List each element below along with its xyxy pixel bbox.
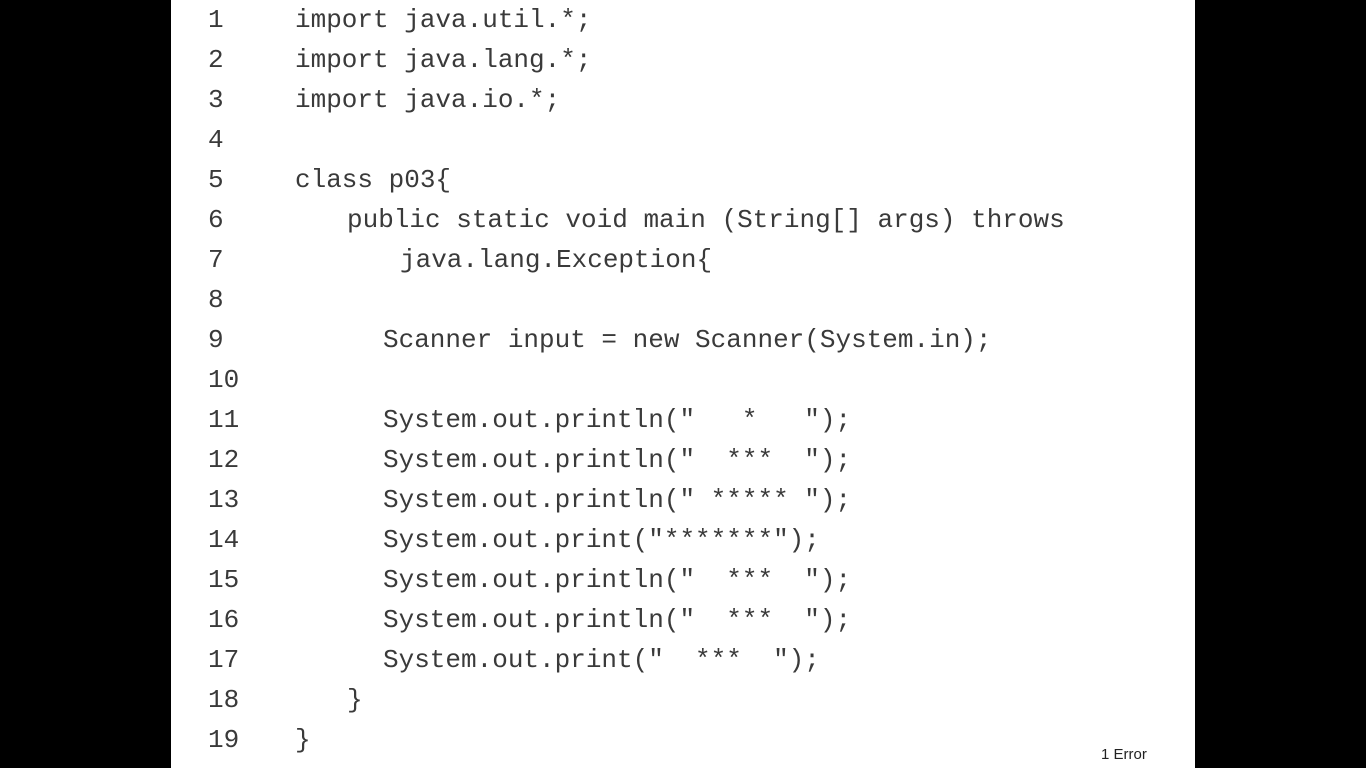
code-line: 18 } xyxy=(171,680,1195,720)
line-number: 18 xyxy=(208,685,240,715)
line-number: 14 xyxy=(208,525,240,555)
code-line: 7 java.lang.Exception{ xyxy=(171,240,1195,280)
code-text: java.lang.Exception{ xyxy=(400,245,713,275)
code-slide: 1 import java.util.*; 2 import java.lang… xyxy=(171,0,1195,768)
code-line: 11 System.out.println(" * "); xyxy=(171,400,1195,440)
code-text: System.out.println(" *** "); xyxy=(383,565,852,595)
line-number: 10 xyxy=(208,365,240,395)
code-line: 4 xyxy=(171,120,1195,160)
line-number: 17 xyxy=(208,645,240,675)
code-line: 8 xyxy=(171,280,1195,320)
code-line: 12 System.out.println(" *** "); xyxy=(171,440,1195,480)
line-number: 9 xyxy=(208,325,224,355)
code-line: 5 class p03{ xyxy=(171,160,1195,200)
code-text: import java.io.*; xyxy=(295,85,561,115)
code-text: import java.lang.*; xyxy=(295,45,592,75)
line-number: 5 xyxy=(208,165,224,195)
code-line: 1 import java.util.*; xyxy=(171,0,1195,40)
line-number: 1 xyxy=(208,5,224,35)
code-text: public static void main (String[] args) … xyxy=(347,205,1065,235)
code-line: 2 import java.lang.*; xyxy=(171,40,1195,80)
code-line: 15 System.out.println(" *** "); xyxy=(171,560,1195,600)
line-number: 13 xyxy=(208,485,240,515)
code-text: System.out.println(" *** "); xyxy=(383,605,852,635)
line-number: 15 xyxy=(208,565,240,595)
code-text: System.out.println(" * "); xyxy=(383,405,852,435)
code-text: import java.util.*; xyxy=(295,5,592,35)
code-line: 19 } xyxy=(171,720,1195,760)
line-number: 2 xyxy=(208,45,224,75)
code-line: 17 System.out.print(" *** "); xyxy=(171,640,1195,680)
code-text: System.out.print("*******"); xyxy=(383,525,820,555)
code-line: 14 System.out.print("*******"); xyxy=(171,520,1195,560)
code-line: 3 import java.io.*; xyxy=(171,80,1195,120)
line-number: 6 xyxy=(208,205,224,235)
code-text: } xyxy=(295,725,311,755)
code-line: 16 System.out.println(" *** "); xyxy=(171,600,1195,640)
line-number: 19 xyxy=(208,725,240,755)
line-number: 8 xyxy=(208,285,224,315)
code-text: Scanner input = new Scanner(System.in); xyxy=(383,325,992,355)
code-text: class p03{ xyxy=(295,165,452,195)
code-line: 9 Scanner input = new Scanner(System.in)… xyxy=(171,320,1195,360)
code-text: } xyxy=(347,685,363,715)
line-number: 16 xyxy=(208,605,240,635)
line-number: 3 xyxy=(208,85,224,115)
code-text: System.out.print(" *** "); xyxy=(383,645,820,675)
line-number: 4 xyxy=(208,125,224,155)
code-text: System.out.println(" *** "); xyxy=(383,445,852,475)
code-text: System.out.println(" ***** "); xyxy=(383,485,852,515)
code-line: 13 System.out.println(" ***** "); xyxy=(171,480,1195,520)
error-count-label: 1 Error xyxy=(1101,746,1147,763)
line-number: 11 xyxy=(208,405,240,435)
line-number: 12 xyxy=(208,445,240,475)
line-number: 7 xyxy=(208,245,224,275)
code-line: 6 public static void main (String[] args… xyxy=(171,200,1195,240)
code-line: 10 xyxy=(171,360,1195,400)
